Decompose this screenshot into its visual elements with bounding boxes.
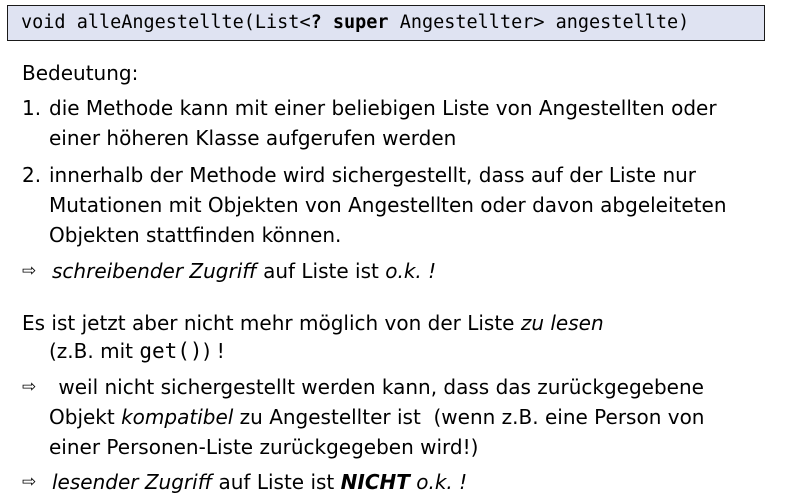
item2-line1: innerhalb der Methode wird sichergestell… [49,163,697,187]
reason-line1: weil nicht sichergestellt werden kann, d… [52,375,704,399]
item1-line2: einer höheren Klasse aufgerufen werden [49,126,457,150]
reason-line2-post: zu Angestellter ist (wenn z.B. eine Pers… [233,405,705,429]
code-wildcard-keyword: ? super [310,12,389,33]
conclusion2-mid: auf Liste ist [212,470,341,494]
arrow-right-icon: ⇨ [22,261,37,281]
conclusion1-tail: o.k. ! [385,259,437,283]
conclusion-read-access: lesender Zugriff auf Liste ist NICHT o.k… [52,470,467,494]
para2-line2-pre: (z.B. mit [49,339,140,363]
list-number-1: 1. [22,96,42,120]
item2-line3: Objekten stattfinden können. [49,223,342,247]
conclusion2-italic: lesender Zugriff [52,470,213,494]
arrow-right-icon: ⇨ [22,377,37,397]
reason-line2-pre: Objekt [49,405,122,429]
code-signature-box: void alleAngestellte(List<? super Angest… [7,5,765,41]
para2-line2: (z.B. mit get()) ! [49,339,225,363]
conclusion1-mid: auf Liste ist [256,259,386,283]
code-part-1: void alleAngestellte(List< [21,12,311,33]
conclusion-write-access: schreibender Zugriff auf Liste ist o.k. … [52,259,436,283]
para2-line2-post: ) ! [202,339,225,363]
list-number-2: 2. [22,163,42,187]
para2-line1-pre: Es ist jetzt aber nicht mehr möglich von… [22,311,521,335]
conclusion1-italic: schreibender Zugriff [52,259,257,283]
heading-bedeutung: Bedeutung: [22,61,139,85]
arrow-right-icon: ⇨ [22,472,37,492]
reason-line2: Objekt kompatibel zu Angestellter ist (w… [49,405,704,429]
code-part-2: Angestellter> angestellte) [388,12,690,33]
reason-line3: einer Personen-Liste zurückgegeben wird!… [49,435,479,459]
conclusion2-not: NICHT [340,470,410,494]
para2-line1: Es ist jetzt aber nicht mehr möglich von… [22,311,604,335]
item1-line1: die Methode kann mit einer beliebigen Li… [49,96,717,120]
reason-line2-italic: kompatibel [121,405,234,429]
conclusion2-tail: o.k. ! [409,470,468,494]
item2-line2: Mutationen mit Objekten von Angestellten… [49,193,727,217]
para2-line1-italic: zu lesen [520,311,604,335]
get-method-code: get() [139,339,203,363]
